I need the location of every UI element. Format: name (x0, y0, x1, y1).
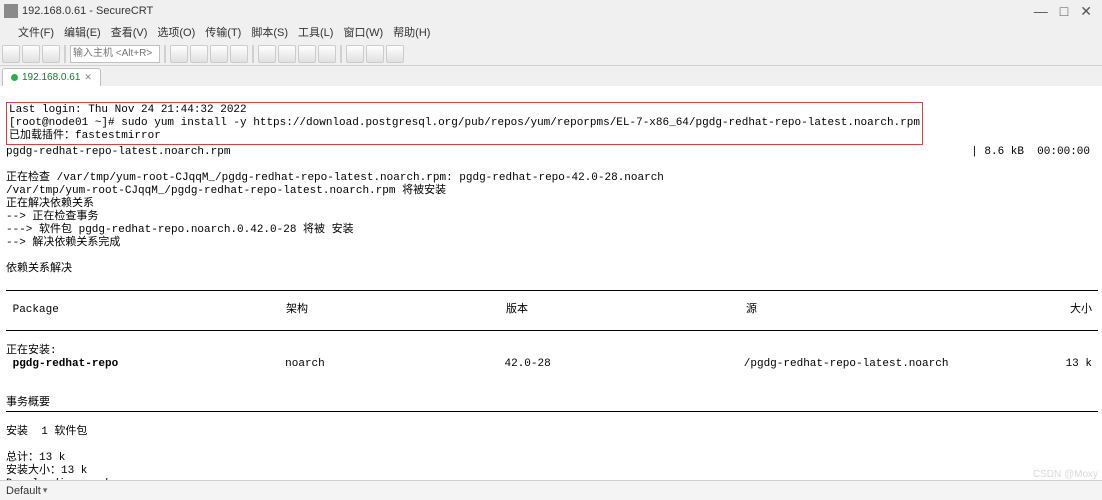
cell-repo: /pgdg-redhat-repo-latest.noarch (744, 358, 949, 371)
terminal-line: ---> 软件包 pgdg-redhat-repo.noarch.0.42.0-… (6, 224, 354, 236)
terminal-line: 正在安装: (6, 345, 57, 357)
window-buttons: — □ ✕ (1034, 3, 1098, 20)
maximize-button[interactable]: □ (1060, 3, 1068, 20)
terminal-line: --> 正在检查事务 (6, 211, 98, 223)
tb-btn-icon[interactable] (190, 45, 208, 63)
tb-btn-icon[interactable] (278, 45, 296, 63)
terminal-line: 依赖关系解决 (6, 263, 72, 275)
tb-quick-icon[interactable] (22, 45, 40, 63)
tb-script-icon[interactable] (42, 45, 60, 63)
menu-view[interactable]: 查看(V) (107, 22, 152, 42)
menu-window[interactable]: 窗口(W) (339, 22, 387, 42)
title-bar: 192.168.0.61 - SecureCRT — □ ✕ (0, 0, 1102, 22)
table-header-row: Package架构版本源大小 (6, 304, 1098, 317)
col-version: 版本 (506, 304, 746, 317)
terminal-line: 正在检查 /var/tmp/yum-root-CJqqM_/pgdg-redha… (6, 172, 664, 184)
terminal-line: 事务概要 (6, 397, 50, 409)
terminal-line: 正在解决依赖关系 (6, 198, 94, 210)
cell-version: 42.0-28 (505, 358, 744, 371)
toolbar (0, 42, 1102, 66)
table-border (6, 411, 1098, 412)
terminal-line: Last login: Thu Nov 24 21:44:32 2022 (9, 104, 247, 116)
tb-btn-icon[interactable] (346, 45, 364, 63)
tab-label: 192.168.0.61 (22, 72, 80, 83)
cell-package: pgdg-redhat-repo (6, 358, 285, 371)
cell-size: 13 k (948, 358, 1098, 371)
terminal-line: 安装大小：13 k (6, 465, 87, 477)
col-package: Package (6, 304, 286, 317)
menu-transfer[interactable]: 传输(T) (201, 22, 245, 42)
terminal-line: pgdg-redhat-repo-latest.noarch.rpm (6, 146, 230, 158)
toolbar-separator (64, 45, 66, 63)
menu-help[interactable]: 帮助(H) (389, 22, 434, 42)
window-title: 192.168.0.61 - SecureCRT (22, 5, 1034, 17)
status-label[interactable]: Default (6, 485, 41, 497)
host-input[interactable] (70, 45, 160, 63)
col-repo: 源 (746, 304, 948, 317)
terminal-right: | 8.6 kB 00:00:00 (971, 146, 1090, 159)
session-tab[interactable]: 192.168.0.61 ✕ (2, 68, 101, 86)
highlighted-command: Last login: Thu Nov 24 21:44:32 2022 [ro… (6, 102, 923, 145)
col-size: 大小 (948, 304, 1098, 317)
tb-btn-icon[interactable] (210, 45, 228, 63)
menu-file[interactable]: 文件(F) (14, 22, 58, 42)
menu-options[interactable]: 选项(O) (153, 22, 199, 42)
cell-arch: noarch (285, 358, 504, 371)
terminal-pane[interactable]: Last login: Thu Nov 24 21:44:32 2022 [ro… (0, 86, 1102, 480)
menu-edit[interactable]: 编辑(E) (60, 22, 105, 42)
table-border: Package架构版本源大小 (6, 290, 1098, 331)
toolbar-separator (340, 45, 342, 63)
chevron-down-icon[interactable]: ▾ (43, 485, 48, 496)
terminal-line: 总计：13 k (6, 452, 65, 464)
terminal-line: --> 解决依赖关系完成 (6, 237, 120, 249)
status-bar: Default ▾ (0, 480, 1102, 500)
tab-close-icon[interactable]: ✕ (84, 72, 92, 83)
toolbar-separator (252, 45, 254, 63)
tab-bar: 192.168.0.61 ✕ (0, 66, 1102, 86)
connected-icon (11, 74, 18, 81)
toolbar-separator (164, 45, 166, 63)
menu-bar: 文件(F) 编辑(E) 查看(V) 选项(O) 传输(T) 脚本(S) 工具(L… (0, 22, 1102, 42)
app-icon (4, 4, 18, 18)
tb-btn-icon[interactable] (170, 45, 188, 63)
terminal-line: Downloading packages: (6, 478, 145, 480)
tb-btn-icon[interactable] (318, 45, 336, 63)
tb-btn-icon[interactable] (230, 45, 248, 63)
tb-btn-icon[interactable] (258, 45, 276, 63)
terminal-line: [root@node01 ~]# sudo yum install -y htt… (9, 117, 920, 129)
terminal-line: 安装 1 软件包 (6, 426, 87, 438)
minimize-button[interactable]: — (1034, 3, 1048, 20)
tb-btn-icon[interactable] (386, 45, 404, 63)
tb-btn-icon[interactable] (298, 45, 316, 63)
table-row: pgdg-redhat-reponoarch42.0-28/pgdg-redha… (6, 358, 1098, 371)
menu-script[interactable]: 脚本(S) (247, 22, 292, 42)
tb-connect-icon[interactable] (2, 45, 20, 63)
terminal-line: /var/tmp/yum-root-CJqqM_/pgdg-redhat-rep… (6, 185, 446, 197)
tb-btn-icon[interactable] (366, 45, 384, 63)
col-arch: 架构 (286, 304, 506, 317)
terminal-line: 已加载插件：fastestmirror (9, 130, 161, 142)
menu-tools[interactable]: 工具(L) (294, 22, 337, 42)
close-button[interactable]: ✕ (1080, 3, 1092, 20)
